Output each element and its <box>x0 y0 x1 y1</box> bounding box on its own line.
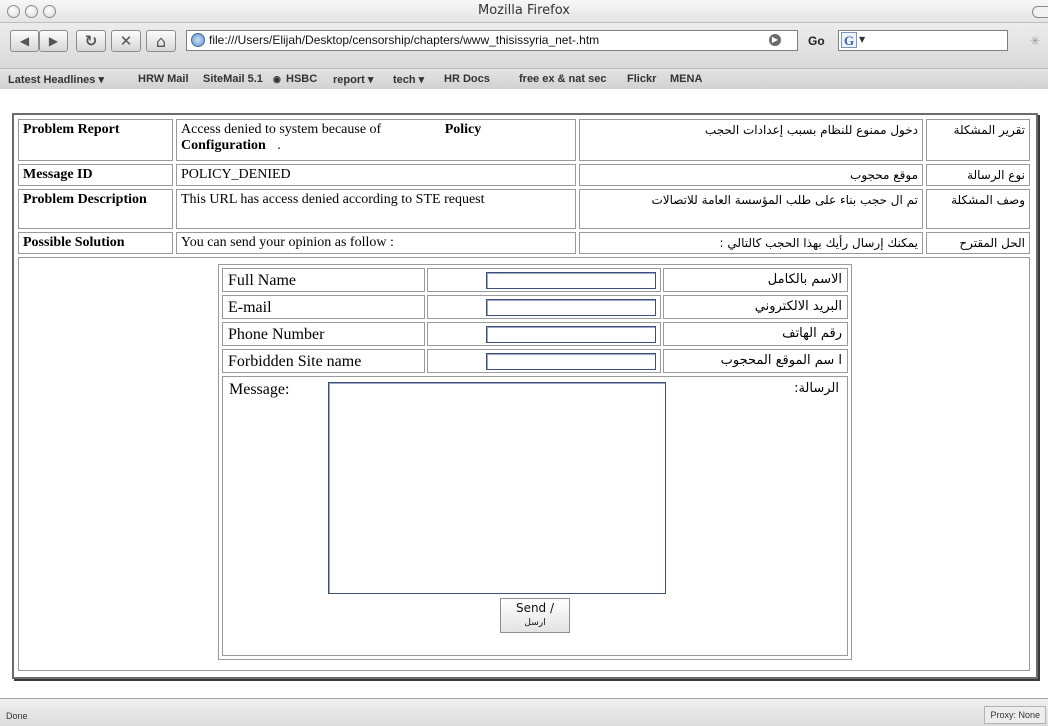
activity-throbber-icon: ✳ <box>1030 34 1041 48</box>
window-title-bar: Mozilla Firefox <box>0 0 1048 23</box>
status-bar: Done Proxy: None <box>0 698 1048 726</box>
forbidden-site-input[interactable] <box>486 353 656 370</box>
navigation-toolbar: ◀ ▶ ↻ ✕ ⌂ file:///Users/Elijah/Desktop/c… <box>0 23 1048 68</box>
bookmark-hrw-mail[interactable]: HRW Mail <box>138 73 189 85</box>
value-possible-solution: You can send your opinion as follow : <box>176 232 576 254</box>
label-problem-report: Problem Report <box>18 119 173 161</box>
label-message: Message: <box>229 381 290 398</box>
search-box[interactable]: G ▼ <box>838 30 1008 51</box>
arabic-value-problem-report: دخول ممنوع للنظام بسبب إعدادات الحجب <box>579 119 923 161</box>
bookmark-hsbc[interactable]: HSBC <box>286 73 317 85</box>
arabic-label-forbidden-site: ا سم الموقع المحجوب <box>663 349 848 373</box>
label-forbidden-site: Forbidden Site name <box>222 349 425 373</box>
home-icon: ⌂ <box>155 31 167 51</box>
label-problem-description: Problem Description <box>18 189 173 229</box>
go-arrow-icon[interactable]: ▶ <box>769 34 781 46</box>
label-full-name: Full Name <box>222 268 425 292</box>
forward-button[interactable]: ▶ <box>39 30 68 52</box>
label-email: E-mail <box>222 295 425 319</box>
arabic-value-problem-description: تم ال حجب بناء على طلب المؤسسة العامة لل… <box>579 189 923 229</box>
label-message-id: Message ID <box>18 164 173 186</box>
bookmark-hr-docs[interactable]: HR Docs <box>444 73 490 85</box>
value-message-id: POLICY_DENIED <box>176 164 576 186</box>
bookmark-latest-headlines[interactable]: Latest Headlines ▾ <box>8 73 104 86</box>
send-button-arabic-label: ارسل <box>524 618 546 628</box>
blocked-page-frame: Problem Report Access denied to system b… <box>12 113 1038 679</box>
bookmark-flickr[interactable]: Flickr <box>627 73 656 85</box>
bookmark-sitemail[interactable]: SiteMail 5.1 <box>203 73 263 85</box>
value-problem-description: This URL has access denied according to … <box>176 189 576 229</box>
back-icon: ◀ <box>19 34 30 48</box>
send-button[interactable]: Send / ارسل <box>500 598 570 633</box>
proxy-status[interactable]: Proxy: None <box>984 706 1046 724</box>
arabic-value-possible-solution: يمكنك إرسال رأيك بهذا الحجب كالتالي : <box>579 232 923 254</box>
email-input[interactable] <box>486 299 656 316</box>
arabic-label-problem-report: تقرير المشكلة <box>926 119 1030 161</box>
bookmark-feed-icon: ◉ <box>273 74 281 84</box>
go-button[interactable]: Go <box>808 34 825 48</box>
toolbar-toggle-button[interactable] <box>1032 6 1048 18</box>
address-bar[interactable]: file:///Users/Elijah/Desktop/censorship/… <box>186 30 798 51</box>
bookmark-free-ex[interactable]: free ex & nat sec <box>519 73 606 85</box>
full-name-input[interactable] <box>486 272 656 289</box>
label-phone-number: Phone Number <box>222 322 425 346</box>
back-button[interactable]: ◀ <box>10 30 39 52</box>
arabic-label-problem-description: وصف المشكلة <box>926 189 1030 229</box>
label-possible-solution: Possible Solution <box>18 232 173 254</box>
message-textarea[interactable] <box>328 382 666 594</box>
arabic-label-phone-number: رقم الهاتف <box>663 322 848 346</box>
arabic-label-message-id: نوع الرسالة <box>926 164 1030 186</box>
search-engine-dropdown-icon[interactable]: ▼ <box>859 35 865 44</box>
forward-icon: ▶ <box>48 34 59 48</box>
arabic-value-message-id: موقع محجوب <box>579 164 923 186</box>
bookmark-report[interactable]: report ▾ <box>333 73 373 86</box>
arabic-label-message: الرسالة: <box>794 381 839 396</box>
bookmark-tech[interactable]: tech ▾ <box>393 73 424 86</box>
bookmarks-toolbar: Latest Headlines ▾ HRW Mail SiteMail 5.1… <box>0 68 1048 90</box>
reload-button[interactable]: ↻ <box>76 30 106 52</box>
page-icon <box>191 33 205 47</box>
phone-input[interactable] <box>486 326 656 343</box>
stop-icon: ✕ <box>119 32 133 50</box>
page-content: Problem Report Access denied to system b… <box>0 89 1048 698</box>
google-search-icon[interactable]: G <box>841 32 857 48</box>
bookmark-mena[interactable]: MENA <box>670 73 702 85</box>
arabic-label-possible-solution: الحل المقترح <box>926 232 1030 254</box>
value-problem-report: Access denied to system because of Polic… <box>176 119 576 161</box>
arabic-label-full-name: الاسم بالكامل <box>663 268 848 292</box>
window-title: Mozilla Firefox <box>478 3 570 18</box>
home-button[interactable]: ⌂ <box>146 30 176 52</box>
reload-icon: ↻ <box>84 32 98 50</box>
url-text[interactable]: file:///Users/Elijah/Desktop/censorship/… <box>209 33 599 47</box>
arabic-label-email: البريد الالكتروني <box>663 295 848 319</box>
status-text: Done <box>6 711 28 721</box>
send-button-label: Send / <box>515 601 555 615</box>
stop-button[interactable]: ✕ <box>111 30 141 52</box>
